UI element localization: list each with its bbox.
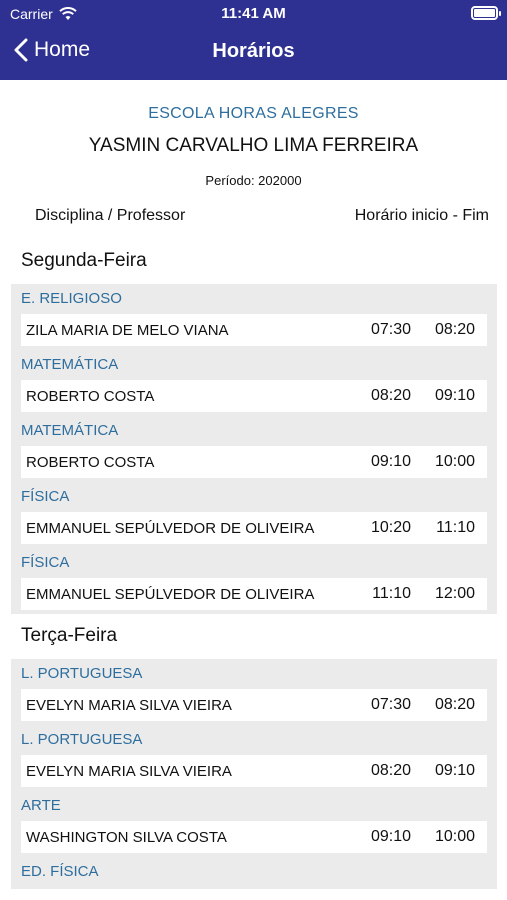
schedule-row[interactable]: EMMANUEL SEPÚLVEDOR DE OLIVEIRA 11:10 12… <box>21 578 487 610</box>
schedule-row[interactable]: EVELYN MARIA SILVA VIEIRA 07:30 08:20 <box>21 689 487 721</box>
page-title: Horários <box>212 40 295 62</box>
subject-label: MATEMÁTICA <box>21 422 119 439</box>
start-time: 08:20 <box>370 387 411 404</box>
end-time: 12:00 <box>434 585 475 602</box>
start-time: 07:30 <box>370 696 411 713</box>
start-time: 09:10 <box>370 453 411 470</box>
teacher-name: WASHINGTON SILVA COSTA <box>26 828 227 846</box>
column-header-subject: Disciplina / Professor <box>35 207 186 224</box>
start-time: 09:10 <box>370 828 411 845</box>
subject-label: FÍSICA <box>21 554 70 571</box>
column-header-time: Horário inicio - Fim <box>354 207 489 224</box>
subject-label: FÍSICA <box>21 488 70 505</box>
day-schedule: E. RELIGIOSO ZILA MARIA DE MELO VIANA 07… <box>11 284 497 614</box>
status-time: 11:41 AM <box>221 5 286 22</box>
schedule-row[interactable]: EVELYN MARIA SILVA VIEIRA 08:20 09:10 <box>21 755 487 787</box>
navigation-bar: Home Horários <box>0 28 507 80</box>
teacher-name: ROBERTO COSTA <box>26 387 155 405</box>
end-time: 11:10 <box>436 519 475 536</box>
end-time: 09:10 <box>434 387 475 404</box>
end-time: 09:10 <box>434 762 475 779</box>
schedule-row[interactable]: ROBERTO COSTA 08:20 09:10 <box>21 380 487 412</box>
teacher-name: EMMANUEL SEPÚLVEDOR DE OLIVEIRA <box>26 585 315 603</box>
day-title: Terça-Feira <box>21 625 118 646</box>
app-header: Carrier 11:41 AM Home Horários <box>0 0 507 80</box>
schedule-row[interactable]: EMMANUEL SEPÚLVEDOR DE OLIVEIRA 10:20 11… <box>21 512 487 544</box>
school-name: ESCOLA HORAS ALEGRES <box>148 105 359 122</box>
schedule-row[interactable]: WASHINGTON SILVA COSTA 09:10 10:00 <box>21 821 487 853</box>
start-time: 07:30 <box>370 321 411 338</box>
teacher-name: EVELYN MARIA SILVA VIEIRA <box>26 696 232 714</box>
day-title: Segunda-Feira <box>21 250 147 271</box>
end-time: 10:00 <box>434 453 475 470</box>
teacher-name: EVELYN MARIA SILVA VIEIRA <box>26 762 232 780</box>
subject-label: ARTE <box>21 797 61 814</box>
subject-label: ED. FÍSICA <box>21 863 99 880</box>
subject-label: L. PORTUGUESA <box>21 731 143 748</box>
end-time: 08:20 <box>434 321 475 338</box>
end-time: 10:00 <box>434 828 475 845</box>
period-label: Período: 202000 <box>205 173 302 188</box>
day-schedule: L. PORTUGUESA EVELYN MARIA SILVA VIEIRA … <box>11 659 497 889</box>
subject-label: E. RELIGIOSO <box>21 290 122 307</box>
status-bar: Carrier 11:41 AM <box>0 0 507 28</box>
battery-icon <box>471 6 501 20</box>
end-time: 08:20 <box>434 696 475 713</box>
teacher-name: EMMANUEL SEPÚLVEDOR DE OLIVEIRA <box>26 519 315 537</box>
student-name: YASMIN CARVALHO LIMA FERREIRA <box>88 135 419 156</box>
subject-label: MATEMÁTICA <box>21 356 119 373</box>
teacher-name: ZILA MARIA DE MELO VIANA <box>26 321 229 339</box>
schedule-row[interactable]: ROBERTO COSTA 09:10 10:00 <box>21 446 487 478</box>
schedule-row[interactable]: ZILA MARIA DE MELO VIANA 07:30 08:20 <box>21 314 487 346</box>
start-time: 10:20 <box>370 519 411 536</box>
start-time: 11:10 <box>372 585 411 602</box>
teacher-name: ROBERTO COSTA <box>26 453 155 471</box>
start-time: 08:20 <box>370 762 411 779</box>
subject-label: L. PORTUGUESA <box>21 665 143 682</box>
